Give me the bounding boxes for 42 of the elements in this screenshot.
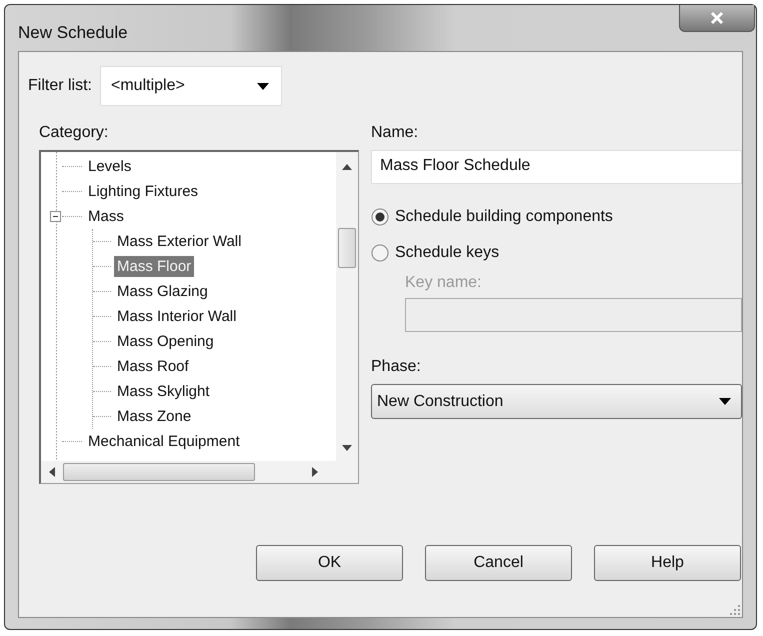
window-title: New Schedule (18, 23, 128, 43)
tree-item[interactable]: Lighting Fixtures (85, 181, 202, 202)
tree-item[interactable]: Mass Floor (114, 256, 194, 277)
tree-item[interactable]: Mass Glazing (114, 281, 211, 302)
horizontal-scrollbar[interactable] (41, 461, 358, 483)
collapse-icon[interactable] (50, 211, 61, 222)
scroll-up-icon[interactable] (342, 164, 352, 170)
radio-label: Schedule keys (395, 244, 500, 262)
close-icon (709, 11, 725, 25)
scrollbar-thumb[interactable] (338, 228, 356, 268)
vertical-scrollbar[interactable] (336, 152, 358, 461)
tree-item[interactable]: Mass Opening (114, 331, 217, 352)
tree-item[interactable]: Levels (85, 156, 134, 177)
tree-item[interactable]: Mass Exterior Wall (114, 231, 244, 252)
tree-item[interactable]: Mass Zone (114, 406, 194, 427)
radio-label: Schedule building components (395, 208, 613, 226)
dialog-button[interactable]: OK (256, 545, 403, 581)
scroll-down-icon[interactable] (342, 445, 352, 451)
tree-item[interactable]: Mass (85, 206, 127, 227)
name-field[interactable]: Mass Floor Schedule (371, 150, 742, 184)
scroll-right-icon[interactable] (312, 467, 318, 477)
tree-item[interactable]: Mass Interior Wall (114, 306, 240, 327)
phase-label: Phase: (371, 358, 422, 376)
tree-item[interactable]: Mass Skylight (114, 381, 213, 402)
radio-button[interactable] (371, 244, 389, 262)
dialog-button[interactable]: Cancel (425, 545, 572, 581)
filter-dropdown[interactable]: <multiple> (100, 66, 282, 106)
filter-label: Filter list: (28, 77, 92, 95)
name-label: Name: (371, 124, 420, 142)
tree-item[interactable]: Mass Roof (114, 356, 192, 377)
scrollbar-thumb[interactable] (63, 463, 255, 481)
dialog-button[interactable]: Help (594, 545, 741, 581)
dropdown-caret-icon (719, 398, 731, 405)
key-name-label: Key name: (405, 274, 482, 292)
tree-item[interactable]: Mechanical Equipment (85, 431, 243, 452)
phase-dropdown[interactable]: New Construction (371, 384, 742, 419)
close-button[interactable] (679, 5, 755, 32)
resize-grip-icon[interactable] (730, 605, 740, 615)
scroll-left-icon[interactable] (49, 467, 55, 477)
radio-button[interactable] (371, 208, 389, 226)
dropdown-caret-icon (257, 82, 269, 90)
category-label: Category: (39, 124, 110, 142)
